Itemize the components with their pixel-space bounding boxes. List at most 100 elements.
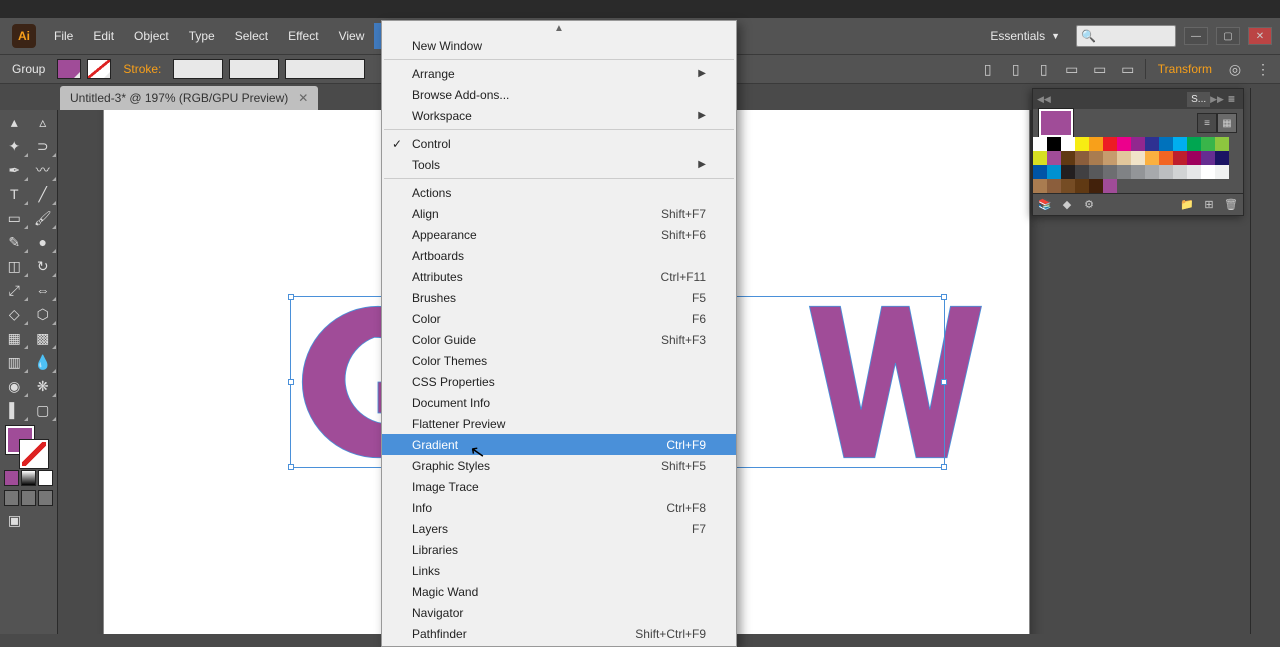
screen-mode-tool[interactable]: ▣ bbox=[0, 508, 29, 532]
eraser-tool[interactable]: ◫ bbox=[0, 254, 29, 278]
swatch-29[interactable] bbox=[1047, 165, 1061, 179]
none-mode-icon[interactable] bbox=[38, 470, 53, 486]
fill-stroke-indicator[interactable] bbox=[0, 422, 57, 468]
menu-item-artboards[interactable]: Artboards bbox=[382, 245, 736, 266]
swatch-options-icon[interactable]: ⚙ bbox=[1081, 197, 1097, 213]
swatch-17[interactable] bbox=[1075, 151, 1089, 165]
menu-item-browse-add-ons-[interactable]: Browse Add-ons... bbox=[382, 84, 736, 105]
panel-menu-icon[interactable]: ≡ bbox=[1224, 92, 1239, 106]
align-left-icon[interactable]: ▯ bbox=[977, 58, 999, 80]
new-colorgroup-icon[interactable]: 📁 bbox=[1179, 197, 1195, 213]
style-input[interactable] bbox=[285, 59, 365, 79]
swatch-0[interactable] bbox=[1033, 137, 1047, 151]
color-mode-icon[interactable] bbox=[4, 470, 19, 486]
new-swatch-icon[interactable]: ⊞ bbox=[1201, 197, 1217, 213]
menu-effect[interactable]: Effect bbox=[278, 23, 328, 49]
menu-item-navigator[interactable]: Navigator bbox=[382, 602, 736, 623]
curvature-tool[interactable]: 〰 bbox=[29, 158, 58, 182]
swatch-libraries-icon[interactable]: 📚 bbox=[1037, 197, 1053, 213]
handle-mid-right[interactable] bbox=[941, 379, 947, 385]
swatch-47[interactable] bbox=[1103, 179, 1117, 193]
document-tab[interactable]: Untitled-3* @ 197% (RGB/GPU Preview) ✕ bbox=[60, 86, 318, 110]
menu-item-arrange[interactable]: Arrange▶ bbox=[382, 63, 736, 84]
swatch-41[interactable] bbox=[1215, 165, 1229, 179]
shape-builder-tool[interactable]: ⬡ bbox=[29, 302, 58, 326]
swatch-22[interactable] bbox=[1145, 151, 1159, 165]
stroke-color-box[interactable] bbox=[20, 440, 48, 468]
swatch-45[interactable] bbox=[1075, 179, 1089, 193]
swatch-1[interactable] bbox=[1047, 137, 1061, 151]
brush-definition-input[interactable] bbox=[229, 59, 279, 79]
swatch-37[interactable] bbox=[1159, 165, 1173, 179]
swatch-44[interactable] bbox=[1061, 179, 1075, 193]
menu-item-document-info[interactable]: Document Info bbox=[382, 392, 736, 413]
close-button[interactable]: ✕ bbox=[1248, 27, 1272, 45]
menu-item-flattener-preview[interactable]: Flattener Preview bbox=[382, 413, 736, 434]
menu-item-css-properties[interactable]: CSS Properties bbox=[382, 371, 736, 392]
menu-file[interactable]: File bbox=[44, 23, 83, 49]
swatch-24[interactable] bbox=[1173, 151, 1187, 165]
symbol-sprayer-tool[interactable]: ❋ bbox=[29, 374, 58, 398]
swatch-43[interactable] bbox=[1047, 179, 1061, 193]
paintbrush-tool[interactable]: 🖌 bbox=[29, 206, 58, 230]
draw-normal-icon[interactable] bbox=[4, 490, 19, 506]
blend-tool[interactable]: ◉ bbox=[0, 374, 29, 398]
swatch-14[interactable] bbox=[1033, 151, 1047, 165]
swatch-11[interactable] bbox=[1187, 137, 1201, 151]
handle-top-right[interactable] bbox=[941, 294, 947, 300]
artboard-tool[interactable]: ▢ bbox=[29, 398, 58, 422]
swatch-5[interactable] bbox=[1103, 137, 1117, 151]
magic-wand-tool[interactable]: ✦ bbox=[0, 134, 29, 158]
swatch-40[interactable] bbox=[1201, 165, 1215, 179]
menu-item-links[interactable]: Links bbox=[382, 560, 736, 581]
swatch-2[interactable] bbox=[1061, 137, 1075, 151]
align-top-icon[interactable]: ▭ bbox=[1061, 58, 1083, 80]
menu-item-actions[interactable]: Actions bbox=[382, 182, 736, 203]
swatch-kinds-icon[interactable]: ◆ bbox=[1059, 197, 1075, 213]
handle-top-left[interactable] bbox=[288, 294, 294, 300]
menu-item-magic-wand[interactable]: Magic Wand bbox=[382, 581, 736, 602]
menu-item-color-themes[interactable]: Color Themes bbox=[382, 350, 736, 371]
handle-mid-left[interactable] bbox=[288, 379, 294, 385]
align-right-icon[interactable]: ▯ bbox=[1033, 58, 1055, 80]
swatch-8[interactable] bbox=[1145, 137, 1159, 151]
swatch-12[interactable] bbox=[1201, 137, 1215, 151]
type-tool[interactable]: T bbox=[0, 182, 29, 206]
direct-selection-tool[interactable]: ▵ bbox=[29, 110, 58, 134]
blob-brush-tool[interactable]: ● bbox=[29, 230, 58, 254]
align-hcenter-icon[interactable]: ▯ bbox=[1005, 58, 1027, 80]
collapsed-dock[interactable] bbox=[1250, 88, 1280, 634]
menu-item-image-trace[interactable]: Image Trace bbox=[382, 476, 736, 497]
menu-view[interactable]: View bbox=[329, 23, 375, 49]
swatch-9[interactable] bbox=[1159, 137, 1173, 151]
swatch-20[interactable] bbox=[1117, 151, 1131, 165]
swatch-6[interactable] bbox=[1117, 137, 1131, 151]
menu-select[interactable]: Select bbox=[225, 23, 278, 49]
menu-item-graphic-styles[interactable]: Graphic StylesShift+F5 bbox=[382, 455, 736, 476]
swatch-7[interactable] bbox=[1131, 137, 1145, 151]
swatch-46[interactable] bbox=[1089, 179, 1103, 193]
mesh-tool[interactable]: ▩ bbox=[29, 326, 58, 350]
stroke-weight-input[interactable] bbox=[173, 59, 223, 79]
eyedropper-tool[interactable]: 💧 bbox=[29, 350, 58, 374]
swatch-10[interactable] bbox=[1173, 137, 1187, 151]
swatches-tab[interactable]: S... bbox=[1187, 92, 1210, 107]
menu-item-layers[interactable]: LayersF7 bbox=[382, 518, 736, 539]
grid-view-icon[interactable]: ▦ bbox=[1217, 113, 1237, 133]
rectangle-tool[interactable]: ▭ bbox=[0, 206, 29, 230]
swatch-25[interactable] bbox=[1187, 151, 1201, 165]
menu-item-brushes[interactable]: BrushesF5 bbox=[382, 287, 736, 308]
pencil-tool[interactable]: ✎ bbox=[0, 230, 29, 254]
menu-item-align[interactable]: AlignShift+F7 bbox=[382, 203, 736, 224]
isolate-icon[interactable]: ◎ bbox=[1224, 58, 1246, 80]
free-transform-tool[interactable]: ◇ bbox=[0, 302, 29, 326]
search-input[interactable]: 🔍 bbox=[1076, 25, 1176, 47]
menu-item-gradient[interactable]: GradientCtrl+F9 bbox=[382, 434, 736, 455]
swatch-16[interactable] bbox=[1061, 151, 1075, 165]
stroke-label[interactable]: Stroke: bbox=[117, 62, 167, 76]
gradient-mode-icon[interactable] bbox=[21, 470, 36, 486]
swatch-35[interactable] bbox=[1131, 165, 1145, 179]
swatch-36[interactable] bbox=[1145, 165, 1159, 179]
menu-item-workspace[interactable]: Workspace▶ bbox=[382, 105, 736, 126]
swatch-39[interactable] bbox=[1187, 165, 1201, 179]
